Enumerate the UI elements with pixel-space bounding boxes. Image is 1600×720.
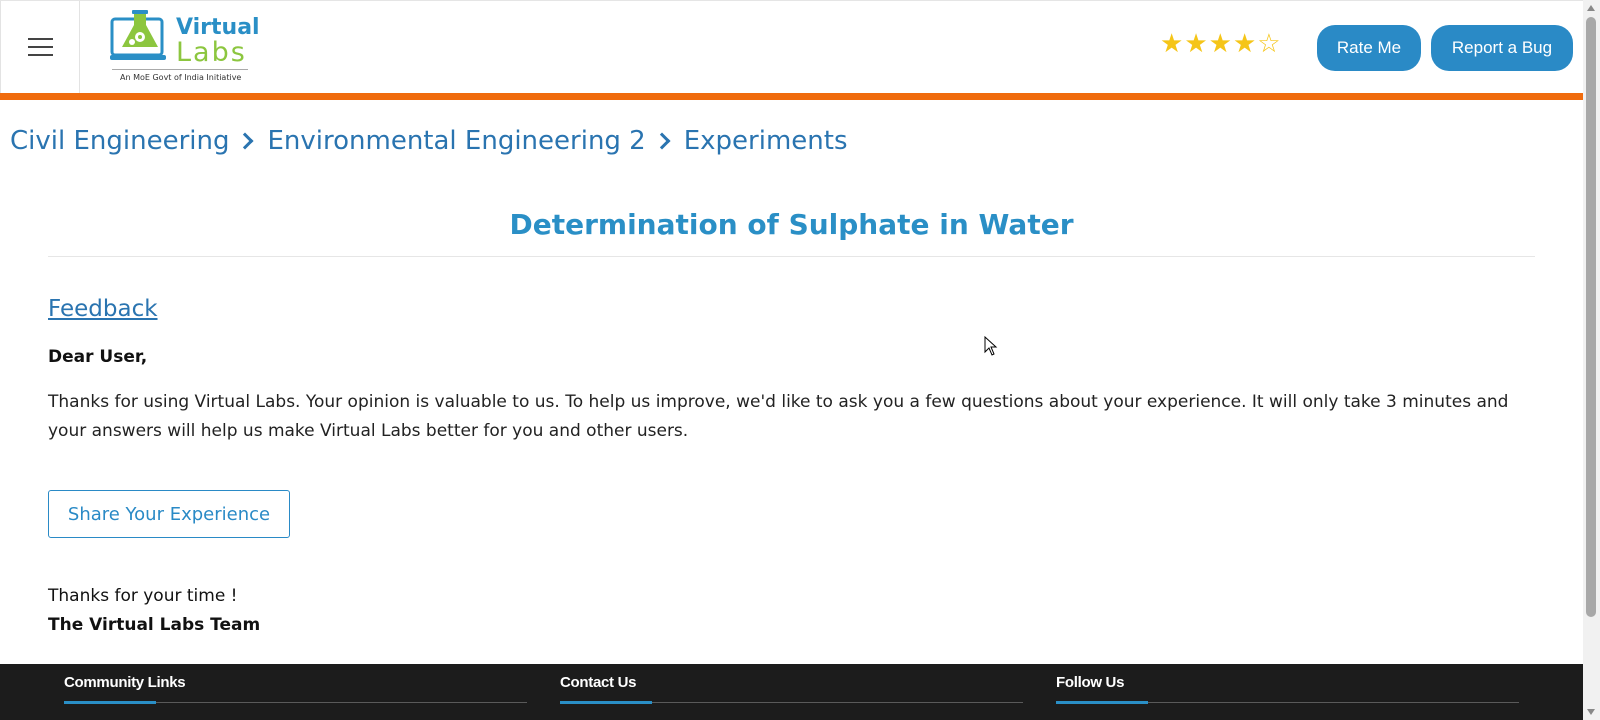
title-divider xyxy=(48,256,1535,257)
share-experience-button[interactable]: Share Your Experience xyxy=(48,490,290,538)
page-title: Determination of Sulphate in Water xyxy=(509,208,1074,241)
star-rating[interactable]: ★ ★ ★ ★ ☆ xyxy=(1160,31,1281,57)
footer-divider xyxy=(560,701,1023,704)
breadcrumb-experiments[interactable]: Experiments xyxy=(684,126,848,156)
site-footer: Community Links Contact Us Follow Us xyxy=(0,664,1583,720)
scroll-down-arrow-icon[interactable] xyxy=(1587,709,1595,715)
footer-divider xyxy=(1056,701,1519,704)
greeting-text: Dear User, xyxy=(48,347,148,367)
signoff-text: The Virtual Labs Team xyxy=(48,615,261,635)
scrollbar-thumb[interactable] xyxy=(1586,17,1596,617)
breadcrumb: Civil Engineering Environmental Engineer… xyxy=(10,126,848,156)
feedback-message: Thanks for using Virtual Labs. Your opin… xyxy=(48,392,1509,441)
chevron-right-icon xyxy=(653,132,671,150)
star-filled-icon[interactable]: ★ xyxy=(1184,31,1207,57)
flask-icon xyxy=(110,10,166,60)
feedback-heading-link[interactable]: Feedback xyxy=(48,296,158,322)
chevron-right-icon xyxy=(236,132,254,150)
footer-follow-us: Follow Us xyxy=(1056,674,1519,704)
footer-heading-contact-us: Contact Us xyxy=(560,674,637,691)
report-bug-button[interactable]: Report a Bug xyxy=(1431,25,1573,71)
scroll-up-arrow-icon[interactable] xyxy=(1587,5,1595,11)
virtual-labs-logo[interactable]: Virtual Labs An MoE Govt of India Initia… xyxy=(110,9,260,85)
breadcrumb-civil-engineering[interactable]: Civil Engineering xyxy=(10,126,229,156)
rate-me-button[interactable]: Rate Me xyxy=(1317,25,1421,71)
mouse-cursor-icon xyxy=(984,336,998,356)
star-filled-icon[interactable]: ★ xyxy=(1233,31,1256,57)
hamburger-menu-icon[interactable] xyxy=(0,1,80,94)
footer-heading-community-links: Community Links xyxy=(64,674,186,691)
header-accent-bar xyxy=(0,93,1583,100)
star-filled-icon[interactable]: ★ xyxy=(1209,31,1232,57)
star-filled-icon[interactable]: ★ xyxy=(1160,31,1183,57)
star-empty-icon[interactable]: ☆ xyxy=(1257,31,1280,57)
breadcrumb-environmental-engineering-2[interactable]: Environmental Engineering 2 xyxy=(267,126,645,156)
footer-heading-follow-us: Follow Us xyxy=(1056,674,1125,691)
footer-contact-us: Contact Us xyxy=(560,674,1023,704)
footer-divider xyxy=(64,701,527,704)
logo-tagline: An MoE Govt of India Initiative xyxy=(120,73,242,82)
thanks-text: Thanks for your time ! xyxy=(48,586,238,606)
site-header: Virtual Labs An MoE Govt of India Initia… xyxy=(0,0,1583,94)
logo-text-labs: Labs xyxy=(176,37,247,68)
footer-community-links: Community Links xyxy=(64,674,527,704)
page-scrollbar[interactable] xyxy=(1583,0,1600,720)
logo-divider xyxy=(112,69,248,70)
